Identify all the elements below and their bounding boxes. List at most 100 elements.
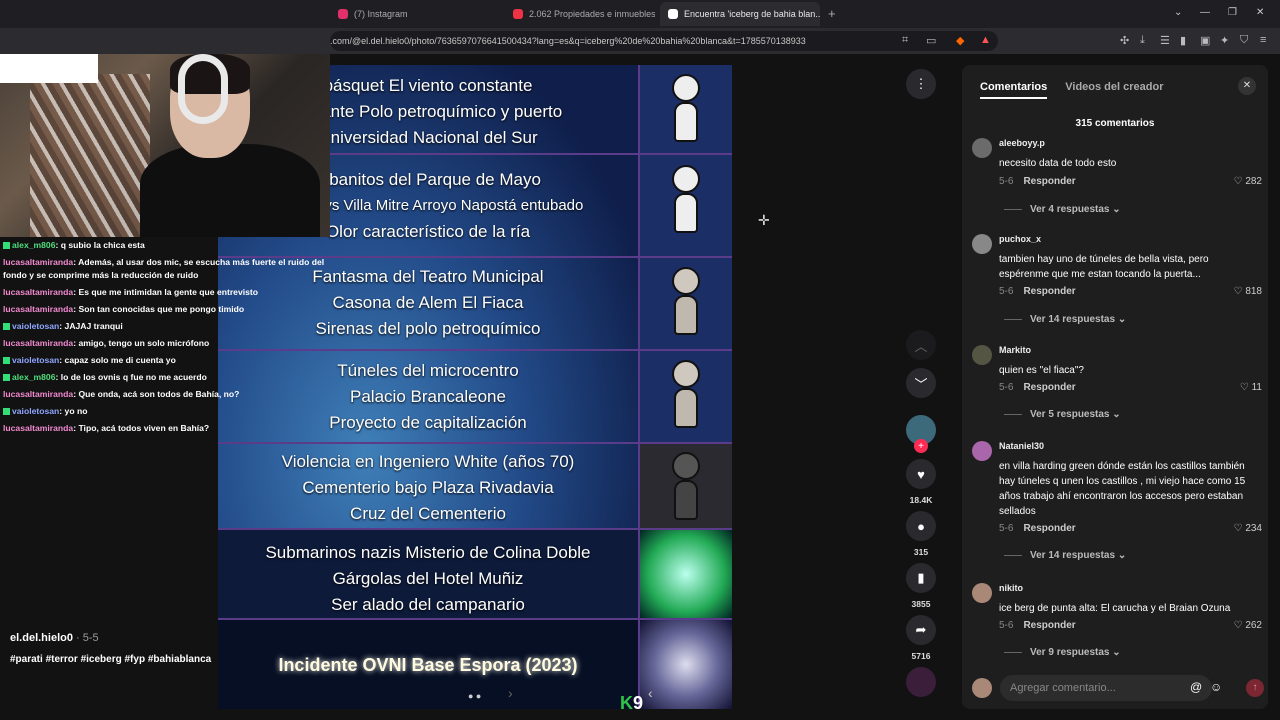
comment-count: 315 bbox=[913, 547, 929, 557]
iceberg-tier-6: Submarinos nazis Misterio de Colina Dobl… bbox=[218, 530, 732, 620]
follow-plus-icon[interactable]: + bbox=[914, 439, 928, 453]
rewards-icon[interactable]: ▲ bbox=[980, 34, 991, 46]
scroll-down-icon[interactable]: ﹀ bbox=[906, 368, 936, 398]
comment-date: 5-6 bbox=[999, 176, 1014, 187]
chat-message: vaioletosan: JAJAJ tranqui bbox=[0, 318, 330, 335]
tab-propiedades[interactable]: 2.062 Propiedades e inmuebles en B... bbox=[505, 2, 655, 26]
leo-icon[interactable]: ✦ bbox=[1220, 34, 1229, 47]
vpn-icon[interactable]: ⛉ bbox=[1240, 34, 1248, 47]
comment-text: necesito data de todo esto bbox=[999, 158, 1117, 169]
carousel-next-icon[interactable]: › bbox=[508, 685, 513, 701]
share-icon[interactable]: ➦ bbox=[906, 615, 936, 645]
scroll-up-icon[interactable]: ︿ bbox=[906, 330, 936, 360]
menu-icon[interactable]: ≡ bbox=[1260, 34, 1266, 46]
comment-username[interactable]: Markito bbox=[999, 345, 1031, 355]
comment-like-button[interactable]: ♡ 262 bbox=[1234, 620, 1262, 631]
carousel-prev-icon[interactable]: ‹ bbox=[648, 685, 653, 701]
chat-message: alex_m806: q subio la chica esta bbox=[0, 237, 330, 254]
like-heart-icon[interactable]: ♥ bbox=[906, 459, 936, 489]
webcam-overlay bbox=[0, 54, 330, 237]
cast-icon[interactable]: ▭ bbox=[926, 34, 936, 47]
browser-toolbar: .com/@el.del.hielo0/photo/76365970766415… bbox=[0, 28, 1280, 54]
tab-tiktok[interactable]: Encuentra 'iceberg de bahia blan... ✕ bbox=[660, 2, 820, 26]
tab-label: Encuentra 'iceberg de bahia blan... bbox=[684, 9, 820, 19]
like-count: 18.4K bbox=[909, 495, 933, 505]
tab-comments[interactable]: Comentarios bbox=[980, 81, 1048, 99]
chat-message: lucasaltamiranda: amigo, tengo un solo m… bbox=[3, 338, 210, 348]
sidebar-icon[interactable]: ▮ bbox=[1180, 34, 1186, 47]
iceberg-bottom-label: Incidente OVNI Base Espora (2023) bbox=[278, 655, 578, 675]
tier-creature-image bbox=[638, 530, 732, 618]
close-icon[interactable]: ✕ bbox=[1238, 77, 1256, 95]
comment-like-button[interactable]: ♡ 11 bbox=[1240, 382, 1262, 393]
extensions-icon[interactable]: ✣ bbox=[1120, 34, 1129, 47]
reply-button[interactable]: Responder bbox=[1023, 382, 1075, 393]
brave-shield-icon[interactable]: ◆ bbox=[956, 34, 964, 47]
view-replies-button[interactable]: Ver 14 respuestas ⌄ bbox=[1004, 550, 1126, 561]
new-tab-icon[interactable]: + bbox=[828, 6, 836, 21]
comment-date: 5-6 bbox=[999, 523, 1014, 534]
comment-text: ice berg de punta alta: El carucha y el … bbox=[999, 603, 1231, 614]
tab-label: 2.062 Propiedades e inmuebles en B... bbox=[529, 9, 655, 19]
bookmark-icon[interactable]: ▮ bbox=[906, 563, 936, 593]
avatar[interactable] bbox=[972, 234, 992, 254]
avatar[interactable] bbox=[972, 441, 992, 461]
tier-character-image bbox=[638, 351, 732, 442]
avatar[interactable] bbox=[972, 583, 992, 603]
comment-like-button[interactable]: ♡ 234 bbox=[1234, 523, 1262, 534]
comment-total: 315 comentarios bbox=[1075, 118, 1155, 129]
view-replies-button[interactable]: Ver 9 respuestas ⌄ bbox=[1004, 647, 1121, 658]
instagram-icon bbox=[338, 9, 348, 19]
tier-line: Violencia en Ingeniero White (años 70) bbox=[281, 452, 575, 471]
comment-username[interactable]: nikito bbox=[999, 583, 1023, 593]
comment-text: quien es "el fiaca"? bbox=[999, 365, 1084, 376]
reply-button[interactable]: Responder bbox=[1023, 286, 1075, 297]
comment-icon[interactable]: ● bbox=[906, 511, 936, 541]
view-replies-button[interactable]: Ver 14 respuestas ⌄ bbox=[1004, 314, 1126, 325]
more-options-icon[interactable]: ⋮ bbox=[906, 69, 936, 99]
tab-list-icon[interactable]: ⌄ bbox=[1174, 7, 1182, 18]
share-count: 5716 bbox=[911, 651, 931, 661]
comment-like-button[interactable]: ♡ 818 bbox=[1234, 286, 1262, 297]
tier-character-image bbox=[638, 155, 732, 256]
comment-like-button[interactable]: ♡ 282 bbox=[1234, 176, 1262, 187]
minimize-icon[interactable]: — bbox=[1200, 7, 1210, 18]
comment-username[interactable]: aleeboyy.p bbox=[999, 138, 1045, 148]
comment-date: 5-6 bbox=[999, 286, 1014, 297]
avatar[interactable] bbox=[972, 138, 992, 158]
chat-message: vaioletosan: capaz solo me di cuenta yo bbox=[0, 352, 330, 369]
comment-text: en villa harding green dónde están los c… bbox=[999, 461, 1246, 517]
chat-message: lucasaltamiranda: Son tan conocidas que … bbox=[3, 304, 245, 314]
tier-line: Ser alado del campanario bbox=[331, 595, 525, 614]
creator-name[interactable]: el.del.hielo0 · 5-5 bbox=[10, 632, 99, 644]
chat-message: lucasaltamiranda: Que onda, acá son todo… bbox=[3, 389, 240, 399]
tab-creator-videos[interactable]: Videos del creador bbox=[1065, 81, 1163, 99]
reply-button[interactable]: Responder bbox=[1023, 176, 1075, 187]
bookmarks-icon[interactable]: ☰ bbox=[1160, 34, 1170, 47]
comment-input[interactable]: Agregar comentario... bbox=[1000, 675, 1212, 701]
mention-icon[interactable]: @ bbox=[1190, 680, 1202, 694]
translate-icon[interactable]: ⌗ bbox=[902, 34, 908, 47]
comment-username[interactable]: puchox_x bbox=[999, 234, 1041, 244]
comment-username[interactable]: Nataniel30 bbox=[999, 441, 1044, 451]
tab-instagram[interactable]: (7) Instagram bbox=[330, 2, 495, 26]
music-disc-icon[interactable] bbox=[906, 667, 936, 697]
view-replies-button[interactable]: Ver 5 respuestas ⌄ bbox=[1004, 409, 1121, 420]
address-bar[interactable]: .com/@el.del.hielo0/photo/76365970766415… bbox=[330, 31, 998, 51]
close-window-icon[interactable]: ✕ bbox=[1256, 7, 1264, 18]
reply-button[interactable]: Responder bbox=[1023, 620, 1075, 631]
kick-watermark: K9 bbox=[620, 693, 644, 713]
post-hashtags[interactable]: #parati #terror #iceberg #fyp #bahiablan… bbox=[10, 654, 211, 665]
send-button[interactable]: ↑ bbox=[1246, 679, 1264, 697]
restore-icon[interactable]: ❐ bbox=[1228, 7, 1237, 18]
comment-text: tambien hay uno de túneles de bella vist… bbox=[999, 254, 1209, 280]
page-content: básquet El viento constante ...stante Po… bbox=[0, 54, 1280, 720]
avatar[interactable] bbox=[972, 345, 992, 365]
reply-button[interactable]: Responder bbox=[1023, 523, 1075, 534]
view-replies-button[interactable]: Ver 4 respuestas ⌄ bbox=[1004, 204, 1121, 215]
chat-message: lucasaltamiranda: Además, al usar dos mi… bbox=[3, 257, 325, 280]
emoji-icon[interactable]: ☺ bbox=[1210, 680, 1222, 694]
download-icon[interactable]: ⤓ bbox=[1140, 34, 1145, 47]
headphones bbox=[178, 54, 228, 124]
wallet-icon[interactable]: ▣ bbox=[1200, 34, 1210, 47]
